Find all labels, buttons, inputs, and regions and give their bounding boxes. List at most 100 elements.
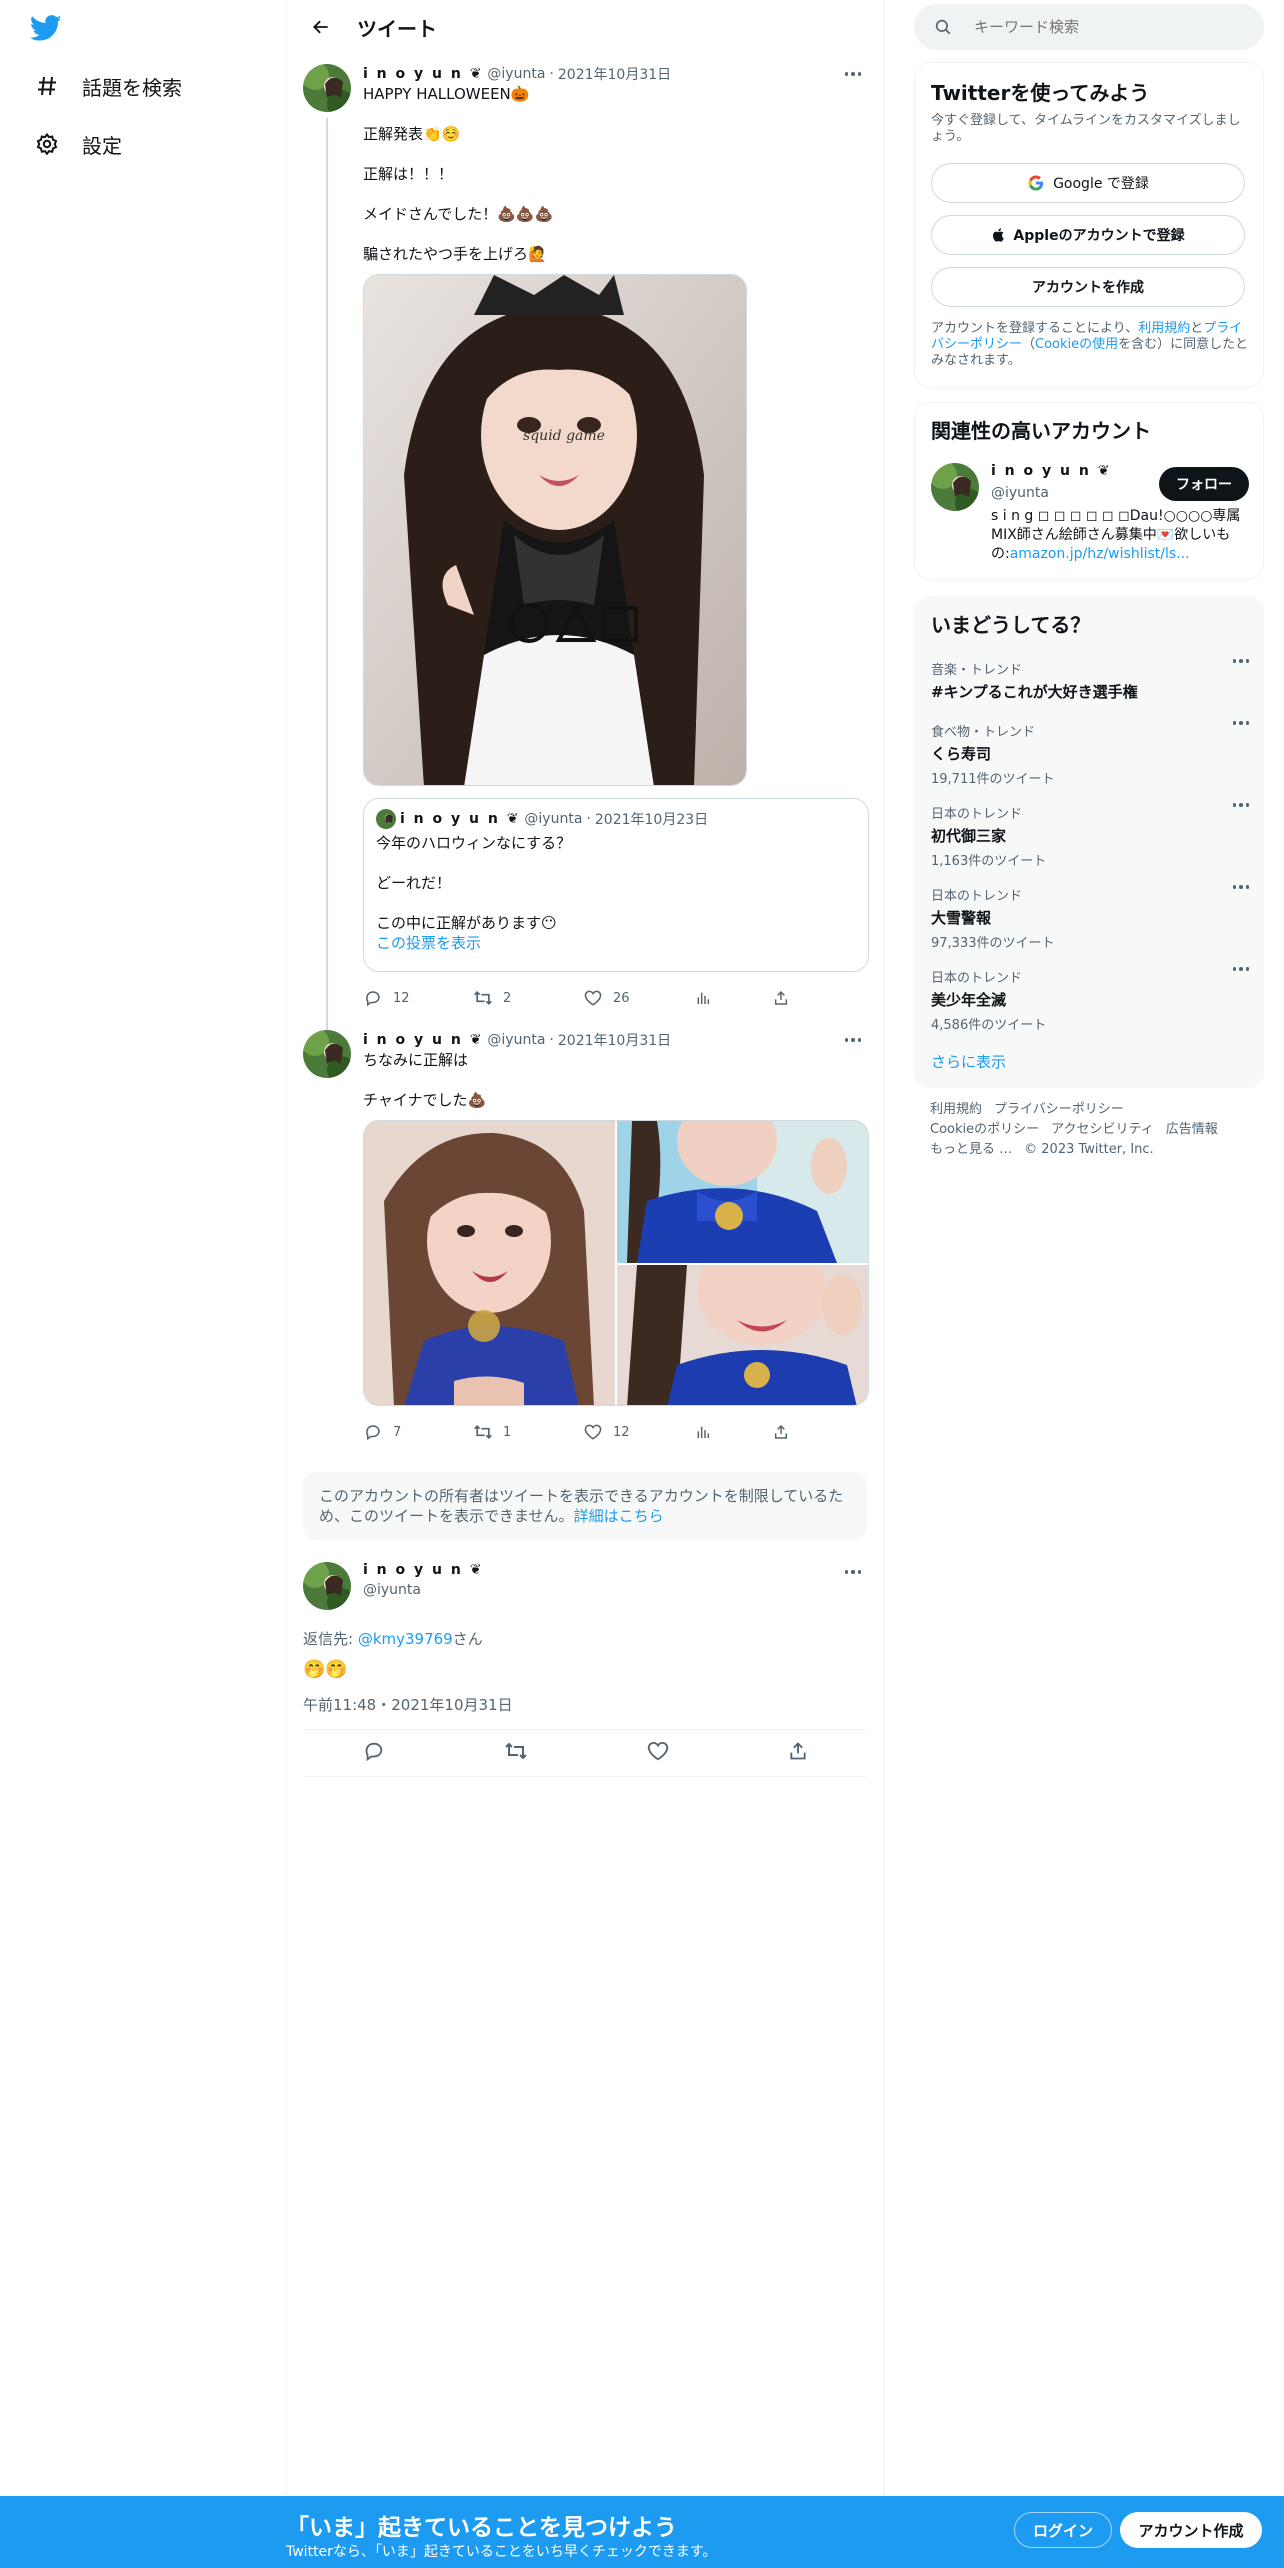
china-dress-photo-2[interactable] bbox=[617, 1121, 869, 1263]
show-poll-link[interactable]: この投票を表示 bbox=[376, 934, 481, 952]
tweet-date[interactable]: 2021年10月31日 bbox=[558, 64, 671, 84]
retweet-button[interactable]: 1 bbox=[473, 1422, 583, 1442]
more-options-button[interactable] bbox=[839, 1562, 867, 1582]
analytics-button[interactable] bbox=[693, 988, 771, 1008]
wishlist-link[interactable]: amazon.jp/hz/wishlist/ls... bbox=[1010, 546, 1190, 562]
more-dots-icon bbox=[1232, 721, 1249, 725]
share-button[interactable] bbox=[788, 1741, 808, 1765]
china-dress-photo-3[interactable] bbox=[617, 1265, 869, 1406]
trend-item[interactable]: 日本のトレンド 美少年全滅 4,586件のツイート bbox=[931, 967, 1249, 1033]
terms-and: と bbox=[1190, 321, 1204, 336]
follow-button[interactable]: フォロー bbox=[1159, 467, 1249, 501]
like-button[interactable]: 26 bbox=[583, 988, 693, 1008]
separator-dot: · bbox=[549, 66, 554, 82]
retweet-button[interactable] bbox=[504, 1740, 528, 1766]
footer-link[interactable]: アクセシビリティ bbox=[1051, 1122, 1154, 1137]
quote-tweet[interactable]: i n o y u n ❦ @iyunta · 2021年10月23日 今年のハ… bbox=[363, 798, 869, 972]
author-name[interactable]: i n o y u n ❦ bbox=[363, 1032, 483, 1048]
reply-to-link[interactable]: @kmy39769 bbox=[358, 1630, 453, 1648]
share-button[interactable] bbox=[771, 1422, 831, 1442]
login-button[interactable]: ログイン bbox=[1014, 2512, 1112, 2548]
nav-explore[interactable]: 話題を検索 bbox=[34, 64, 182, 108]
trend-more-button[interactable] bbox=[1232, 659, 1249, 663]
trend-more-button[interactable] bbox=[1232, 967, 1249, 971]
avatar[interactable] bbox=[303, 64, 351, 112]
reply-suffix: さん bbox=[452, 1630, 483, 1648]
share-button[interactable] bbox=[771, 988, 831, 1008]
thread-line bbox=[326, 118, 328, 1076]
tweet-line: チャイナでした💩 bbox=[363, 1091, 487, 1109]
quote-header: i n o y u n ❦ @iyunta · 2021年10月23日 bbox=[376, 809, 856, 829]
footer-link[interactable]: Cookieのポリシー bbox=[930, 1122, 1039, 1137]
like-button[interactable] bbox=[647, 1740, 669, 1766]
show-more-link[interactable]: さらに表示 bbox=[931, 1051, 1006, 1072]
author-name[interactable]: i n o y u n ❦ bbox=[363, 66, 483, 82]
author-handle[interactable]: @iyunta bbox=[363, 1582, 867, 1598]
related-name[interactable]: i n o y u n ❦ bbox=[991, 463, 1111, 479]
photo-caption: squid game bbox=[523, 428, 605, 444]
cookie-link[interactable]: Cookieの使用 bbox=[1035, 337, 1118, 352]
footer-link[interactable]: 広告情報 bbox=[1166, 1122, 1218, 1137]
retweet-icon bbox=[473, 1422, 493, 1442]
trend-item[interactable]: 食べ物・トレンド くら寿司 19,711件のツイート bbox=[931, 721, 1249, 787]
footer-link[interactable]: 利用規約 bbox=[930, 1102, 982, 1117]
create-account-button[interactable]: アカウントを作成 bbox=[931, 267, 1245, 307]
apple-signup-button[interactable]: Appleのアカウントで登録 bbox=[931, 215, 1245, 255]
search-bar[interactable] bbox=[914, 4, 1264, 50]
tweet-1[interactable]: i n o y u n ❦ @iyunta · 2021年10月31日 HAPP… bbox=[287, 54, 883, 1076]
retweet-count: 1 bbox=[503, 1424, 512, 1440]
china-dress-photo-1[interactable] bbox=[364, 1121, 615, 1406]
like-button[interactable]: 12 bbox=[583, 1422, 693, 1442]
avatar[interactable] bbox=[303, 1562, 351, 1610]
terms-paren: （ bbox=[1022, 337, 1036, 352]
reply-button[interactable]: 12 bbox=[363, 988, 473, 1008]
related-avatar[interactable] bbox=[931, 463, 979, 511]
restricted-notice: このアカウントの所有者はツイートを表示できるアカウントを制限しているため、このツ… bbox=[303, 1472, 867, 1540]
reply-button[interactable]: 7 bbox=[363, 1422, 473, 1442]
tweet-header: i n o y u n ❦ @iyunta · 2021年10月31日 bbox=[363, 64, 867, 84]
more-dots-icon bbox=[1232, 803, 1249, 807]
trend-item[interactable]: 日本のトレンド 初代御三家 1,163件のツイート bbox=[931, 803, 1249, 869]
trend-more-button[interactable] bbox=[1232, 885, 1249, 889]
author-handle[interactable]: @iyunta bbox=[487, 1032, 545, 1048]
trend-title: 大雪警報 bbox=[931, 909, 992, 927]
trend-more-button[interactable] bbox=[1232, 803, 1249, 807]
terms-link[interactable]: 利用規約 bbox=[1138, 321, 1190, 336]
tweet-photo[interactable]: squid game bbox=[363, 274, 747, 786]
quote-text: 今年のハロウィンなにする？ どーれだ！ この中に正解があります😶 この投票を表示 bbox=[376, 833, 856, 953]
main-tweet-timestamp[interactable]: 午前11:48・2021年10月31日 bbox=[303, 1694, 867, 1729]
retweet-button[interactable]: 2 bbox=[473, 988, 583, 1008]
author-handle[interactable]: @iyunta bbox=[487, 66, 545, 82]
google-signup-button[interactable]: Google で登録 bbox=[931, 163, 1245, 203]
reply-button[interactable] bbox=[363, 1740, 385, 1766]
reply-icon bbox=[365, 1742, 382, 1762]
footer-link[interactable]: プライバシーポリシー bbox=[994, 1102, 1124, 1117]
trend-item[interactable]: 日本のトレンド 大雪警報 97,333件のツイート bbox=[931, 885, 1249, 951]
twitter-bird-icon[interactable] bbox=[29, 12, 66, 48]
more-options-button[interactable] bbox=[839, 64, 867, 84]
bar-chart-icon bbox=[693, 988, 713, 1008]
trend-category: 日本のトレンド bbox=[931, 889, 1023, 904]
author-name[interactable]: i n o y u n ❦ bbox=[363, 1562, 867, 1582]
quote-line: この中に正解があります😶 bbox=[376, 914, 557, 932]
avatar[interactable] bbox=[303, 1030, 351, 1078]
quote-author-handle: @iyunta bbox=[524, 811, 583, 827]
trend-item[interactable]: 音楽・トレンド #キンプるこれが大好き選手権 bbox=[931, 659, 1249, 702]
signup-button[interactable]: アカウント作成 bbox=[1120, 2512, 1262, 2548]
more-options-button[interactable] bbox=[839, 1030, 867, 1050]
tweet-2[interactable]: i n o y u n ❦ @iyunta · 2021年10月31日 ちなみに… bbox=[287, 1016, 883, 1450]
back-button[interactable] bbox=[303, 9, 339, 45]
trends-card: いまどうしてる？ 音楽・トレンド #キンプるこれが大好き選手権 食べ物・トレンド… bbox=[914, 596, 1264, 1088]
footer-link[interactable]: もっと見る … bbox=[930, 1142, 1012, 1157]
analytics-button[interactable] bbox=[693, 1422, 771, 1442]
nav-settings[interactable]: 設定 bbox=[34, 122, 122, 166]
tweet-actions: 12 2 26 bbox=[363, 980, 867, 1016]
tweet-date[interactable]: 2021年10月31日 bbox=[558, 1030, 671, 1050]
related-handle[interactable]: @iyunta bbox=[991, 485, 1049, 501]
learn-more-link[interactable]: 詳細はこちら bbox=[574, 1507, 664, 1525]
trend-more-button[interactable] bbox=[1232, 721, 1249, 725]
google-signup-label: Google で登録 bbox=[1053, 176, 1149, 192]
share-icon bbox=[771, 988, 791, 1008]
search-input[interactable] bbox=[974, 18, 1254, 36]
more-dots-icon bbox=[844, 72, 862, 76]
